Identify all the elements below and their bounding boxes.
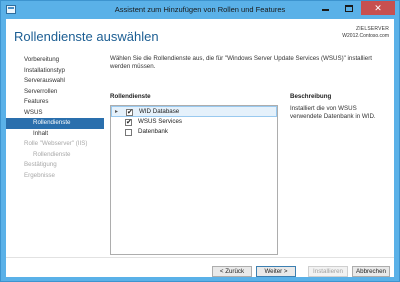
nav-item-serverauswahl[interactable]: Serverauswahl xyxy=(6,76,104,87)
maximize-icon xyxy=(345,4,353,12)
wizard-client-area: Rollendienste auswählen ZIELSERVER W2012… xyxy=(6,19,394,277)
nav-item-webserver: Rolle "Webserver" (IIS) xyxy=(24,140,88,147)
nav-item-wsus-inhalt[interactable]: Inhalt xyxy=(6,129,104,140)
description-header: Beschreibung xyxy=(290,93,332,100)
nav-item-installationstyp[interactable]: Installationstyp xyxy=(6,66,104,77)
role-item-datenbank[interactable]: Datenbank xyxy=(111,127,277,138)
nav-item-webserver-rollendienste: Rollendienste xyxy=(33,150,71,158)
role-label-wsus-services: WSUS Services xyxy=(138,117,183,125)
intro-text: Wählen Sie die Rollendienste aus, die fü… xyxy=(110,55,372,70)
close-button[interactable]: ✕ xyxy=(361,1,395,15)
nav-item-ergebnisse: Ergebnisse xyxy=(24,171,55,179)
nav-item-serverrollen[interactable]: Serverrollen xyxy=(6,87,104,98)
minimize-icon xyxy=(321,9,329,11)
install-button: Installieren xyxy=(308,266,348,277)
close-icon: ✕ xyxy=(374,2,382,13)
title-bar[interactable]: Assistent zum Hinzufügen von Rollen und … xyxy=(1,1,399,19)
minimize-button[interactable] xyxy=(313,1,337,15)
window-controls: ✕ xyxy=(313,1,395,15)
back-button[interactable]: < Zurück xyxy=(212,266,252,277)
role-item-wid-database[interactable]: ▸ ✔ WID Database xyxy=(111,106,277,117)
cancel-button[interactable]: Abbrechen xyxy=(352,266,390,277)
checkbox-wsus-services[interactable]: ✔ xyxy=(125,118,132,126)
role-description: Installiert die von WSUS verwendete Date… xyxy=(290,105,376,120)
target-server-label: ZIELSERVER xyxy=(355,26,389,32)
page-title: Rollendienste auswählen xyxy=(14,29,159,44)
nav-item-vorbereitung[interactable]: Vorbereitung xyxy=(6,55,104,66)
nav-item-wsus[interactable]: WSUS xyxy=(6,108,104,119)
wizard-nav: Vorbereitung Installationstyp Serverausw… xyxy=(6,55,104,181)
checkbox-wid-database[interactable]: ✔ xyxy=(126,109,133,116)
nav-item-bestaetigung: Bestätigung xyxy=(24,161,57,168)
wizard-window: Assistent zum Hinzufügen von Rollen und … xyxy=(0,0,400,282)
nav-item-wsus-rollendienste[interactable]: Rollendienste xyxy=(6,118,104,129)
next-button[interactable]: Weiter > xyxy=(256,266,296,277)
target-server-name: W2012.Contoso.com xyxy=(342,33,389,39)
checkbox-datenbank[interactable] xyxy=(125,129,132,136)
target-server-info: ZIELSERVER W2012.Contoso.com xyxy=(342,26,389,40)
nav-item-features[interactable]: Features xyxy=(6,97,104,108)
roles-header: Rollendienste xyxy=(110,93,151,100)
role-label-datenbank: Datenbank xyxy=(138,128,168,135)
role-item-wsus-services[interactable]: ✔ WSUS Services xyxy=(111,117,277,128)
role-services-list[interactable]: ▸ ✔ WID Database ✔ WSUS Services Datenba… xyxy=(110,105,278,255)
maximize-button[interactable] xyxy=(337,1,361,15)
main-content: Wählen Sie die Rollendienste aus, die fü… xyxy=(110,55,390,255)
role-label-wid-database: WID Database xyxy=(139,108,180,115)
wizard-footer: < Zurück Weiter > Installieren Abbrechen xyxy=(6,257,394,277)
